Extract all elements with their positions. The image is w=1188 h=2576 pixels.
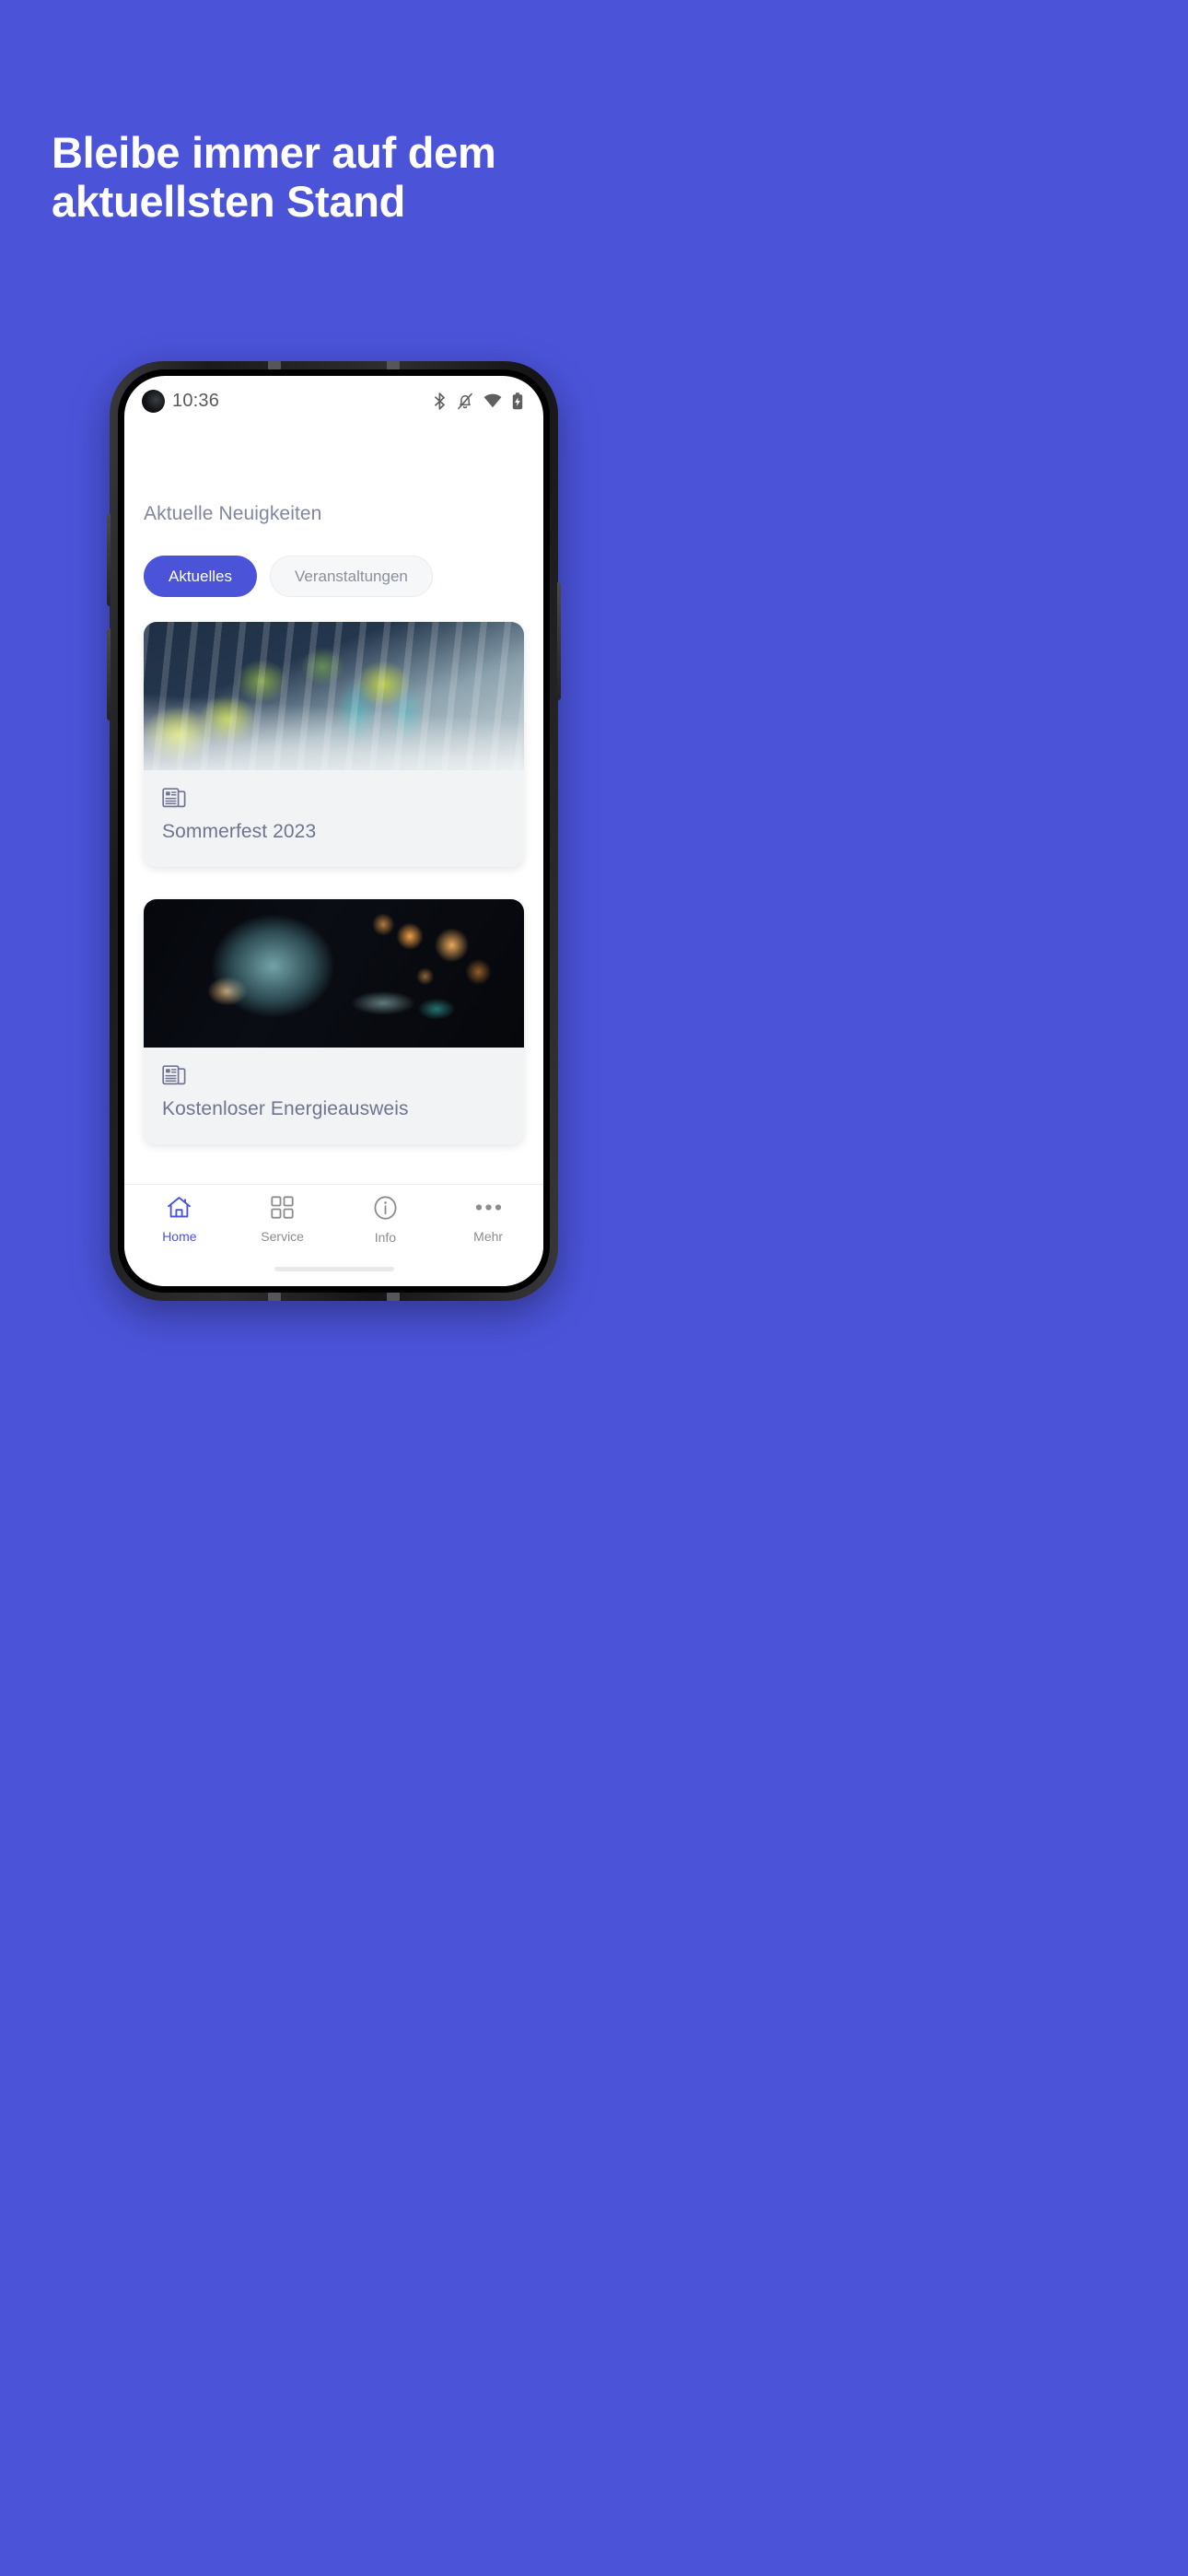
promo-headline-line-2: aktuellsten Stand [52, 176, 406, 226]
page-title: Aktuelle Neuigkeiten [144, 503, 322, 524]
nav-item-label: Home [162, 1229, 197, 1244]
nav-item-label: Mehr [473, 1229, 504, 1244]
newspaper-icon [162, 786, 506, 813]
news-card[interactable]: Kostenloser Energieausweis [144, 899, 524, 1144]
status-bar: 10:36 [124, 376, 543, 426]
nav-item-service[interactable]: Service [231, 1196, 334, 1245]
wifi-icon [483, 393, 502, 408]
bottom-navigation: Home Service Info Mehr [124, 1184, 543, 1251]
phone-screen: 10:36 Aktuelle Neuigkeiten Aktuelles Ver… [124, 376, 543, 1286]
antenna-seam [268, 1293, 281, 1301]
nav-item-label: Info [374, 1230, 397, 1245]
nav-item-info[interactable]: Info [334, 1196, 437, 1245]
front-camera-icon [142, 389, 165, 413]
news-card-body: Sommerfest 2023 [144, 770, 524, 867]
power-button[interactable] [557, 582, 561, 700]
gesture-bar-area [124, 1251, 543, 1286]
nav-item-label: Service [261, 1229, 304, 1244]
bluetooth-icon [433, 392, 447, 410]
newspaper-icon [162, 1063, 506, 1090]
antenna-seam [268, 361, 281, 369]
tab-bar: Aktuelles Veranstaltungen [144, 556, 524, 597]
promo-headline-line-1: Bleibe immer auf dem [52, 128, 496, 177]
nav-item-home[interactable]: Home [128, 1196, 231, 1245]
home-indicator[interactable] [274, 1266, 394, 1271]
promo-headline: Bleibe immer auf dem aktuellsten Stand [52, 128, 880, 226]
news-card-image [144, 899, 524, 1048]
news-card-title: Sommerfest 2023 [162, 821, 317, 842]
info-circle-icon [374, 1196, 397, 1224]
home-icon [167, 1196, 192, 1224]
tab-aktuelles[interactable]: Aktuelles [144, 556, 257, 597]
grid-icon [271, 1196, 294, 1224]
news-card-body: Kostenloser Energieausweis [144, 1048, 524, 1144]
phone-mockup: 10:36 Aktuelle Neuigkeiten Aktuelles Ver… [107, 361, 561, 1301]
news-card-list: Sommerfest 2023 Kostenloser Energieauswe… [144, 622, 524, 1144]
tab-veranstaltungen[interactable]: Veranstaltungen [269, 556, 433, 597]
status-bar-left: 10:36 [142, 389, 220, 413]
volume-down-button[interactable] [107, 628, 111, 720]
battery-charging-icon [512, 392, 523, 410]
ellipsis-icon [474, 1196, 503, 1224]
notifications-silenced-icon [457, 392, 473, 410]
news-card-image [144, 622, 524, 770]
status-bar-clock: 10:36 [172, 390, 220, 411]
nav-item-mehr[interactable]: Mehr [437, 1196, 540, 1245]
phone-bezel: 10:36 Aktuelle Neuigkeiten Aktuelles Ver… [118, 369, 550, 1293]
antenna-seam [387, 361, 400, 369]
status-bar-right [433, 392, 523, 410]
news-card-title: Kostenloser Energieausweis [162, 1098, 409, 1119]
volume-up-button[interactable] [107, 514, 111, 606]
antenna-seam [387, 1293, 400, 1301]
news-card[interactable]: Sommerfest 2023 [144, 622, 524, 867]
app-content: Aktuelle Neuigkeiten Aktuelles Veranstal… [124, 426, 543, 1184]
